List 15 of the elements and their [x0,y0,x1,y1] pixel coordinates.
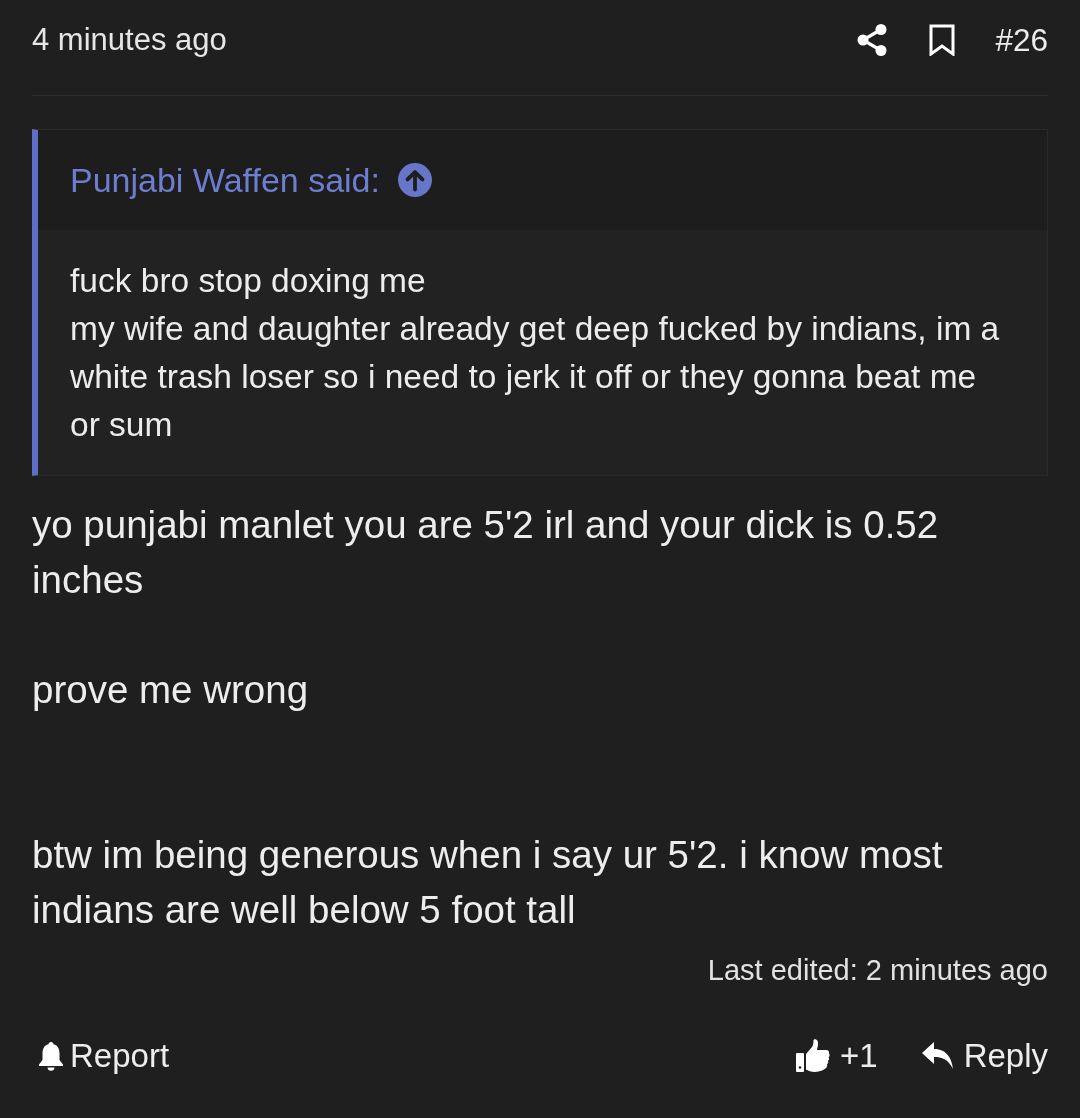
share-icon[interactable] [857,23,888,56]
arrow-up-circle-icon[interactable] [397,163,432,197]
reply-arrow-icon [921,1042,954,1070]
quote-text: fuck bro stop doxing me my wife and daughter already get deep fucked by indians, im a white trash loser so i need to jerk it off or they gonna beat me or sum [70,261,1001,445]
bell-icon [38,1041,64,1071]
report-button[interactable]: Report [32,1034,170,1078]
post-number-link[interactable]: #26 [995,19,1048,60]
post-message: yo punjabi manlet you are 5'2 irl and your dick is 0.52 inches prove me wrong btw im being generous when i say ur 5'2. i know most indians are well below 5 foot tall [32,502,944,933]
last-edited-text: Last edited: 2 minutes ago [707,953,1048,988]
quote-author-link[interactable]: Punjabi Waffen said: [70,160,380,200]
reply-button[interactable]: Reply [921,1034,1048,1078]
like-button[interactable]: +1 [796,1034,878,1078]
bookmark-icon[interactable] [929,23,956,56]
post-time: 4 minutes ago [32,20,227,59]
thumbs-up-icon [796,1039,830,1073]
